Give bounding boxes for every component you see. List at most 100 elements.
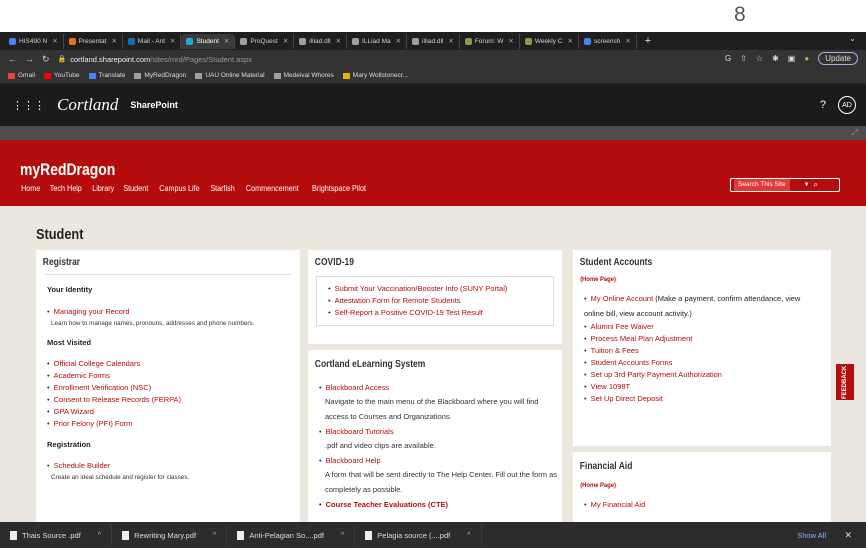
tab-close-icon[interactable]: ✕	[111, 37, 116, 45]
bookmark-item[interactable]: Medeival Whores	[273, 72, 334, 79]
download-item[interactable]: Anti-Pelagian So....pdf ^	[227, 525, 356, 545]
nav-link[interactable]: Starfish	[210, 184, 234, 193]
schedule-builder-link[interactable]: Schedule Builder	[47, 460, 289, 472]
chevron-up-icon[interactable]: ^	[467, 532, 470, 539]
close-icon[interactable]: ✕	[844, 530, 852, 541]
bookmark-item[interactable]: Gmail	[8, 72, 35, 79]
tab-close-icon[interactable]: ✕	[448, 37, 453, 45]
elearning-link[interactable]: Blackboard Tutorials	[319, 426, 551, 438]
profile-icon[interactable]: ●	[804, 54, 809, 63]
tab-favicon-icon	[352, 37, 360, 45]
new-tab-icon[interactable]: +	[645, 35, 651, 47]
share-icon[interactable]: ⇧	[740, 54, 747, 63]
tab-close-icon[interactable]: ✕	[625, 37, 630, 45]
tab-close-icon[interactable]: ✕	[224, 37, 229, 45]
browser-tab[interactable]: illiad.dll ✕	[407, 33, 460, 49]
cortland-logo[interactable]: Cortland	[57, 95, 118, 115]
feedback-button[interactable]: FEEDBACK	[836, 364, 854, 400]
browser-tab[interactable]: Forum: W ✕	[460, 33, 520, 49]
bookmark-item[interactable]: Translate	[88, 72, 125, 79]
avatar[interactable]: AD	[838, 96, 856, 114]
google-icon[interactable]: G	[725, 54, 731, 63]
tab-close-icon[interactable]: ✕	[568, 37, 573, 45]
most-visited-link[interactable]: Academic Forms	[47, 370, 289, 382]
most-visited-link[interactable]: Consent to Release Records (FERPA)	[47, 394, 289, 406]
show-all-button[interactable]: Show All	[797, 531, 826, 540]
sidepanel-icon[interactable]: ▣	[788, 54, 796, 63]
tab-close-icon[interactable]: ✕	[283, 37, 288, 45]
browser-tab[interactable]: ProQuest ✕	[235, 33, 295, 49]
search-input[interactable]: Search This Site	[734, 179, 790, 191]
app-launcher-icon[interactable]: ⋮⋮⋮	[12, 99, 45, 112]
tab-close-icon[interactable]: ✕	[336, 37, 341, 45]
accounts-link[interactable]: Process Meal Plan Adjustment	[584, 333, 820, 345]
tab-close-icon[interactable]: ✕	[170, 37, 175, 45]
browser-tab[interactable]: illiad.dll ✕	[294, 33, 348, 49]
site-title[interactable]: myRedDragon	[20, 160, 115, 180]
nav-link[interactable]: Home	[21, 184, 40, 193]
tab-close-icon[interactable]: ✕	[396, 37, 401, 45]
download-item[interactable]: Pelagia source (....pdf ^	[355, 525, 482, 545]
help-icon[interactable]: ?	[820, 99, 826, 111]
bookmark-item[interactable]: YouTube	[43, 72, 80, 79]
online-account-link[interactable]: My Online Account	[591, 294, 654, 303]
nav-link[interactable]: Commencement	[246, 184, 299, 193]
browser-tab[interactable]: screensh ✕	[579, 33, 637, 49]
accounts-link[interactable]: Set Up Direct Deposit	[584, 393, 820, 405]
covid-link[interactable]: Self-Report a Positive COVID-19 Test Res…	[328, 307, 542, 319]
chevron-up-icon[interactable]: ^	[98, 532, 101, 539]
accounts-link[interactable]: Alumni Fee Waiver	[584, 321, 820, 333]
most-visited-link[interactable]: GPA Wizard	[47, 406, 289, 418]
covid-link[interactable]: Attestation Form for Remote Students	[328, 295, 542, 307]
accounts-link[interactable]: Student Accounts Forms	[584, 357, 820, 369]
browser-tab[interactable]: Presentat ✕	[64, 33, 123, 49]
nav-link[interactable]: Campus Life	[159, 184, 199, 193]
browser-tab[interactable]: Weekly C ✕	[520, 33, 579, 49]
bookmark-item[interactable]: MyRedDragon	[134, 72, 186, 79]
nav-link[interactable]: Student	[124, 184, 149, 193]
site-search[interactable]: Search This Site ▼ ⌕	[730, 178, 840, 192]
most-visited-link[interactable]: Prior Felony (PFI) Form	[47, 418, 289, 430]
forward-icon[interactable]: →	[25, 54, 34, 64]
covid-link[interactable]: Submit Your Vaccination/Booster Info (SU…	[328, 283, 542, 295]
most-visited-link[interactable]: Official College Calendars	[47, 358, 289, 370]
financial-homepage-link[interactable]: (Home Page)	[573, 472, 805, 489]
chevron-up-icon[interactable]: ^	[341, 532, 344, 539]
sharepoint-label[interactable]: SharePoint	[130, 100, 178, 110]
nav-link[interactable]: Brightspace Pilot	[312, 184, 366, 193]
update-button[interactable]: Update	[818, 52, 858, 65]
tab-close-icon[interactable]: ✕	[52, 37, 57, 45]
search-scope-dropdown-icon[interactable]: ▼	[804, 182, 810, 188]
search-icon[interactable]: ⌕	[814, 180, 818, 190]
managing-record-link[interactable]: Managing your Record	[47, 306, 289, 318]
accounts-homepage-link[interactable]: (Home Page)	[573, 268, 805, 283]
browser-tab[interactable]: ILLiad Ma ✕	[347, 33, 408, 49]
extensions-icon[interactable]: ✱	[772, 54, 779, 63]
browser-tab[interactable]: Mail - Ant ✕	[123, 33, 182, 49]
download-item[interactable]: Thais Source .pdf ^	[0, 525, 113, 545]
accounts-link[interactable]: Set up 3rd Party Payment Authorization	[584, 369, 820, 381]
tab-close-icon[interactable]: ✕	[508, 37, 513, 45]
bookmark-item[interactable]: UAU Online Material	[195, 72, 265, 79]
bookmark-item[interactable]: Mary Wollstonecr...	[342, 72, 408, 79]
most-visited-link[interactable]: Enrollment Verification (NSC)	[47, 382, 289, 394]
accounts-link[interactable]: Tuition & Fees	[584, 345, 820, 357]
download-item[interactable]: Rewriting Mary.pdf ^	[112, 525, 228, 545]
back-icon[interactable]: ←	[8, 54, 17, 64]
star-icon[interactable]: ☆	[756, 54, 763, 63]
nav-link[interactable]: Library	[92, 184, 114, 193]
tab-search-icon[interactable]: ⌄	[849, 34, 856, 43]
cte-link[interactable]: Course Teacher Evaluations (CTE)	[319, 499, 551, 511]
elearning-link[interactable]: Blackboard Help	[319, 455, 551, 467]
url-field[interactable]: 🔒 cortland.sharepoint.com/sites/mrd/Page…	[58, 55, 252, 64]
nav-link[interactable]: Tech Help	[50, 184, 82, 193]
registrar-heading: Registrar	[42, 257, 81, 268]
fullscreen-icon[interactable]: ⤢	[852, 128, 858, 138]
reload-icon[interactable]: ↻	[42, 54, 50, 65]
browser-tab[interactable]: Student ✕	[181, 33, 236, 49]
elearning-link[interactable]: Blackboard Access	[319, 382, 551, 394]
financial-aid-link[interactable]: My Financial Aid	[584, 499, 820, 511]
chevron-up-icon[interactable]: ^	[213, 532, 216, 539]
browser-tab[interactable]: HIS490 N ✕	[4, 33, 64, 49]
accounts-link[interactable]: View 1098T	[584, 381, 820, 393]
